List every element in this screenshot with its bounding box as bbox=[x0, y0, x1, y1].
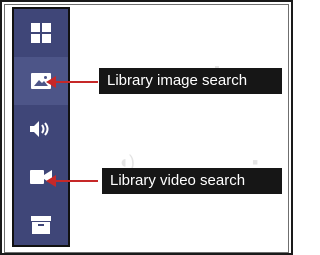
sidebar-archive-button[interactable] bbox=[14, 201, 68, 249]
screenshot-frame: ▪ ◖) ▪ bbox=[0, 0, 293, 255]
video-callout-arrow bbox=[56, 180, 98, 182]
sidebar-video-search-button[interactable] bbox=[14, 153, 68, 201]
video-search-callout: Library video search bbox=[102, 168, 282, 194]
grid-icon bbox=[31, 23, 51, 43]
image-search-callout: Library image search bbox=[99, 68, 282, 94]
image-callout-arrowhead bbox=[46, 76, 56, 88]
archive-box-icon bbox=[31, 216, 51, 234]
left-sidebar bbox=[12, 7, 70, 247]
video-callout-arrowhead bbox=[46, 175, 56, 187]
speaker-icon bbox=[30, 120, 52, 138]
sidebar-audio-search-button[interactable] bbox=[14, 105, 68, 153]
image-callout-arrow bbox=[56, 81, 98, 83]
sidebar-grid-button[interactable] bbox=[14, 9, 68, 57]
